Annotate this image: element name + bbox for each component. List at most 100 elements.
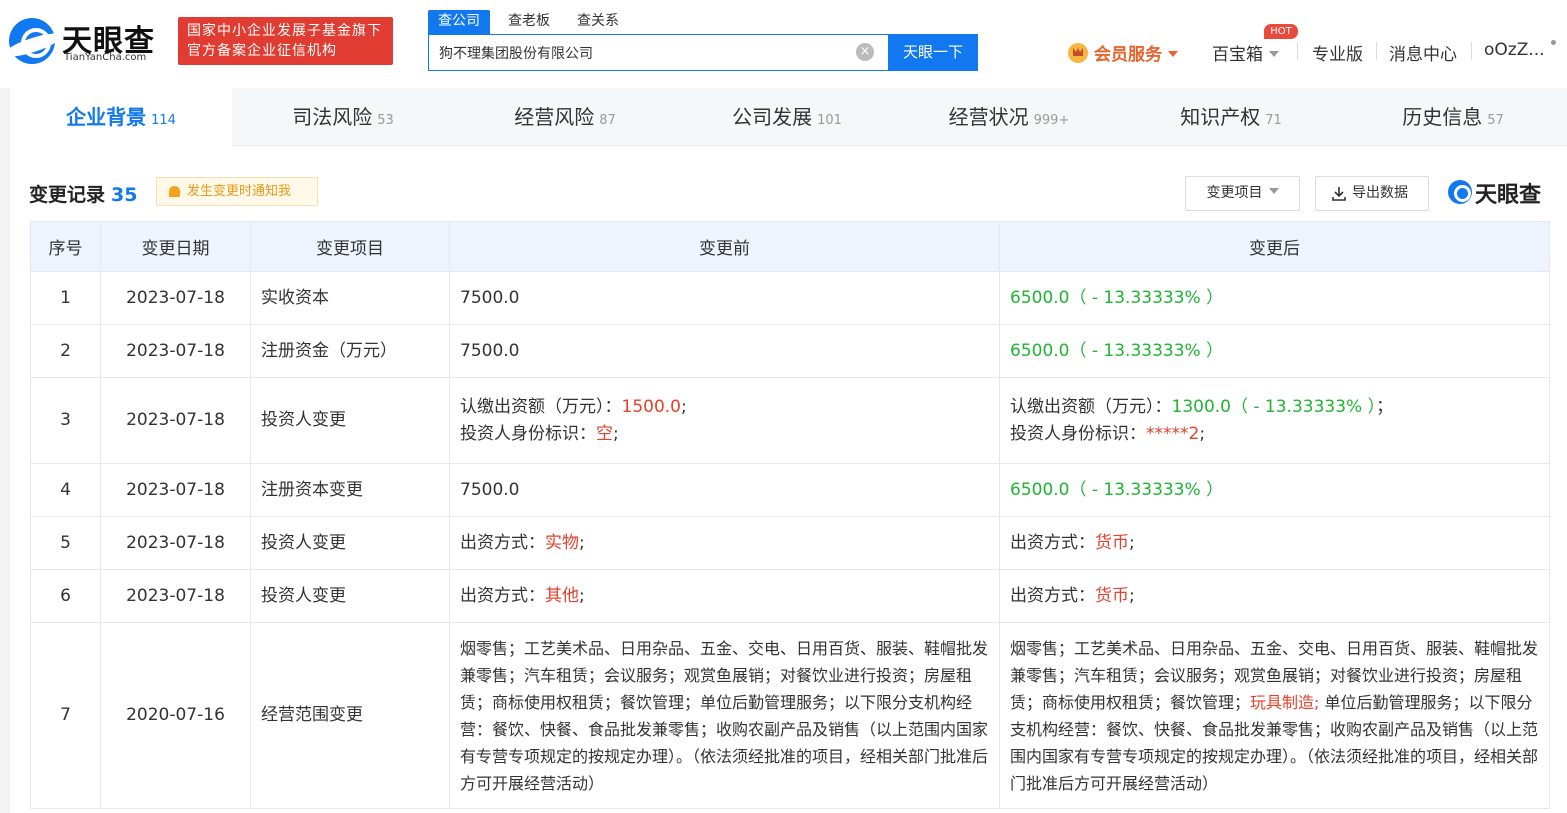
search-box: × xyxy=(428,34,888,71)
notify-on-change-button[interactable]: 发生变更时通知我 xyxy=(156,177,318,206)
field-value: 其他 xyxy=(545,585,579,606)
change-item-filter[interactable]: 变更项目 xyxy=(1185,176,1300,211)
cell-no: 1 xyxy=(30,271,101,325)
cell-after: 6500.0（ - 13.33333% ） xyxy=(999,324,1550,378)
field-label: 投资人身份标识： xyxy=(460,423,596,444)
chevron-down-icon xyxy=(1268,188,1279,194)
tab-label: 企业背景 xyxy=(66,105,147,129)
cell-after: 6500.0（ - 13.33333% ） xyxy=(999,271,1550,325)
gov-badge-line2: 官方备案企业征信机构 xyxy=(187,43,337,59)
cell-after: 认缴出资额（万元）：1300.0（ - 13.33333% ）； 投资人身份标识… xyxy=(999,377,1550,464)
field-suffix: ; xyxy=(579,532,585,553)
cell-after: 烟零售；工艺美术品、日用杂品、五金、交电、日用百货、服装、鞋帽批发兼零售；汽车租… xyxy=(999,622,1550,809)
field-suffix: ; xyxy=(680,396,687,417)
field-suffix: ; xyxy=(613,423,619,444)
pro-version-link[interactable]: 专业版 xyxy=(1312,40,1363,65)
bell-icon xyxy=(169,186,180,197)
main-content: 企业背景 114 司法风险 53 经营风险 87 公司发展 101 经营状况 999+ 知… xyxy=(10,88,1567,813)
tab-count: 53 xyxy=(377,113,394,128)
header-item: 变更项目 xyxy=(250,221,450,272)
tab-judicial-risk[interactable]: 司法风险 53 xyxy=(232,88,454,146)
field-label: 出资方式： xyxy=(460,585,545,606)
message-center-link[interactable]: 消息中心 xyxy=(1389,40,1457,65)
cell-no: 3 xyxy=(30,377,101,464)
tab-count: 57 xyxy=(1487,113,1504,128)
cell-item: 投资人变更 xyxy=(250,569,450,623)
field-label: 出资方式： xyxy=(460,532,545,553)
table-row: 5 2023-07-18 投资人变更 出资方式：实物; 出资方式：货币; xyxy=(30,516,1550,570)
cell-date: 2023-07-18 xyxy=(100,516,251,570)
table-row: 6 2023-07-18 投资人变更 出资方式：其他; 出资方式：货币; xyxy=(30,569,1550,623)
header-after: 变更后 xyxy=(999,221,1550,272)
cell-no: 7 xyxy=(30,622,101,809)
cell-item: 实收资本 xyxy=(250,271,450,325)
vip-service-menu[interactable]: 会员服务 xyxy=(1068,40,1178,65)
cell-before: 出资方式：实物; xyxy=(449,516,1000,570)
cell-date: 2023-07-18 xyxy=(100,377,251,464)
tab-operation-risk[interactable]: 经营风险 87 xyxy=(454,88,676,146)
field-value: 实物 xyxy=(545,532,579,553)
export-data-button[interactable]: 导出数据 xyxy=(1315,176,1429,211)
cell-before: 出资方式：其他; xyxy=(449,569,1000,623)
tianyancha-logo[interactable]: 天眼查 TianYanCha.com xyxy=(9,14,169,66)
tab-label: 历史信息 xyxy=(1402,105,1483,129)
field-suffix: ; xyxy=(1199,423,1206,444)
cell-no: 2 xyxy=(30,324,101,378)
tab-enterprise-background[interactable]: 企业背景 114 xyxy=(10,88,232,146)
chevron-down-icon xyxy=(1168,51,1178,57)
table-header-row: 序号 变更日期 变更项目 变更前 变更后 xyxy=(30,221,1550,272)
cell-date: 2023-07-18 xyxy=(100,271,251,325)
cell-date: 2023-07-18 xyxy=(100,463,251,517)
notify-label: 发生变更时通知我 xyxy=(187,184,292,199)
field-label: 认缴出资额（万元）： xyxy=(460,396,622,417)
tab-operation-status[interactable]: 经营状况 999+ xyxy=(898,88,1120,146)
notification-dot-icon xyxy=(1551,40,1556,45)
field-label: 认缴出资额（万元）： xyxy=(1010,396,1172,417)
category-tabs: 企业背景 114 司法风险 53 经营风险 87 公司发展 101 经营状况 999+ 知… xyxy=(10,88,1567,146)
cell-before: 7500.0 xyxy=(449,271,1000,325)
field-suffix: ; xyxy=(1129,585,1135,606)
tab-history-info[interactable]: 历史信息 57 xyxy=(1342,88,1564,146)
cell-before: 7500.0 xyxy=(449,324,1000,378)
search-tab-company[interactable]: 查公司 xyxy=(428,10,490,34)
export-label: 导出数据 xyxy=(1352,185,1408,201)
user-menu[interactable]: oOzZ... xyxy=(1484,40,1545,64)
tab-label: 司法风险 xyxy=(292,105,373,129)
change-records-table: 序号 变更日期 变更项目 变更前 变更后 1 2023-07-18 实收资本 7… xyxy=(30,221,1550,809)
tab-count: 999+ xyxy=(1033,113,1070,128)
cell-no: 4 xyxy=(30,463,101,517)
section-title: 变更记录 35 xyxy=(29,180,137,207)
table-row: 4 2023-07-18 注册资本变更 7500.0 6500.0（ - 13.… xyxy=(30,463,1550,517)
cell-no: 6 xyxy=(30,569,101,623)
search-tab-boss[interactable]: 查老板 xyxy=(508,10,550,34)
cell-after: 出资方式：货币; xyxy=(999,569,1550,623)
nav-divider xyxy=(1376,42,1377,60)
field-suffix: ; xyxy=(579,585,585,606)
tab-company-development[interactable]: 公司发展 101 xyxy=(676,88,898,146)
cell-before: 认缴出资额（万元）：1500.0; 投资人身份标识：空; xyxy=(449,377,1000,464)
field-label: 出资方式： xyxy=(1010,532,1095,553)
field-label: 出资方式： xyxy=(1010,585,1095,606)
tab-count: 114 xyxy=(151,113,176,128)
cell-date: 2020-07-16 xyxy=(100,622,251,809)
table-row: 7 2020-07-16 经营范围变更 烟零售；工艺美术品、日用杂品、五金、交电… xyxy=(30,622,1550,809)
header-no: 序号 xyxy=(30,221,101,272)
tab-label: 知识产权 xyxy=(1180,105,1261,129)
field-suffix: ； xyxy=(1376,396,1394,417)
cell-after: 出资方式：货币; xyxy=(999,516,1550,570)
hot-badge: HOT xyxy=(1264,24,1298,39)
treasure-box-menu[interactable]: 百宝箱 xyxy=(1212,40,1279,65)
tab-intellectual-property[interactable]: 知识产权 71 xyxy=(1120,88,1342,146)
logo-eye-icon xyxy=(1448,180,1472,204)
tab-label: 公司发展 xyxy=(732,105,813,129)
tab-count: 71 xyxy=(1265,113,1282,128)
cell-no: 5 xyxy=(30,516,101,570)
search-input[interactable] xyxy=(429,35,849,70)
section-title-label: 变更记录 xyxy=(29,184,106,206)
search-button[interactable]: 天眼一下 xyxy=(888,34,978,71)
field-value: 货币 xyxy=(1095,532,1129,553)
scope-added-highlight: 玩具制造; xyxy=(1250,692,1320,712)
logo-eye-icon xyxy=(9,18,55,64)
search-tab-relation[interactable]: 查关系 xyxy=(577,10,619,34)
clear-icon[interactable]: × xyxy=(856,43,874,61)
